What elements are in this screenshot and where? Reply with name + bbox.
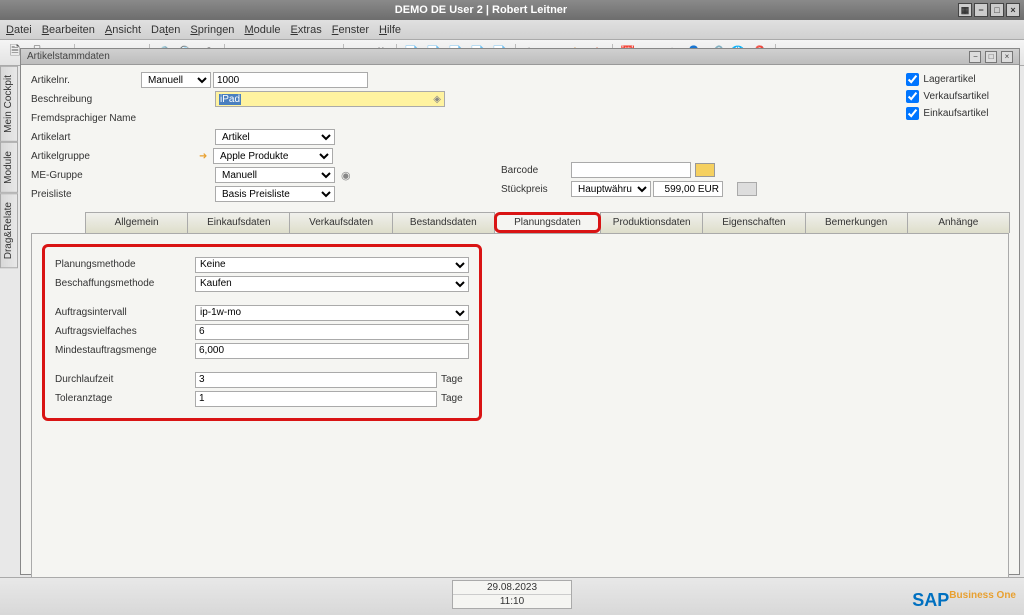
tab-eigenschaften[interactable]: Eigenschaften <box>702 212 805 233</box>
preisliste-label: Preisliste <box>31 189 141 200</box>
stueckpreis-label: Stückpreis <box>501 184 571 195</box>
megruppe-select[interactable]: Manuell <box>215 167 335 183</box>
close-icon[interactable]: × <box>1006 3 1020 17</box>
planning-highlight-box: Planungsmethode Keine Beschaffungsmethod… <box>42 244 482 421</box>
sidetabs: Mein Cockpit Module Drag&Relate <box>0 66 18 586</box>
lagerartikel-checkbox[interactable]: Lagerartikel <box>906 71 989 88</box>
mindestauftragsmenge-input[interactable] <box>195 343 469 359</box>
tab-bemerkungen[interactable]: Bemerkungen <box>805 212 908 233</box>
window-minimize-icon[interactable]: − <box>969 51 981 63</box>
stueckpreis-currency-select[interactable]: Hauptwährung <box>571 181 651 197</box>
menu-hilfe[interactable]: Hilfe <box>379 24 401 36</box>
minimize-icon[interactable]: − <box>974 3 988 17</box>
statusbar: 29.08.2023 11:10 SAPBusiness One <box>0 577 1024 615</box>
verkaufsartikel-checkbox[interactable]: Verkaufsartikel <box>906 88 989 105</box>
tab-einkaufsdaten[interactable]: Einkaufsdaten <box>187 212 290 233</box>
auftragsvielfaches-label: Auftragsvielfaches <box>55 326 195 337</box>
barcode-button[interactable] <box>695 163 715 177</box>
artikelgruppe-label: Artikelgruppe <box>31 151 141 162</box>
menu-datei[interactable]: Datei <box>6 24 32 36</box>
form-window-titlebar: Artikelstammdaten − □ × <box>21 49 1019 65</box>
window-close-icon[interactable]: × <box>1001 51 1013 63</box>
megruppe-label: ME-Gruppe <box>31 170 141 181</box>
artikelnr-input[interactable] <box>213 72 368 88</box>
sap-logo: SAPBusiness One <box>912 590 1016 611</box>
menu-ansicht[interactable]: Ansicht <box>105 24 141 36</box>
link-arrow-icon[interactable]: ➜ <box>199 151 211 162</box>
status-time: 11:10 <box>453 595 571 608</box>
window-maximize-icon[interactable]: □ <box>985 51 997 63</box>
form-window-title: Artikelstammdaten <box>27 51 110 62</box>
preisliste-select[interactable]: Basis Preisliste <box>215 186 335 202</box>
tab-verkaufsdaten[interactable]: Verkaufsdaten <box>289 212 392 233</box>
planungsmethode-label: Planungsmethode <box>55 259 195 270</box>
beschaffungsmethode-select[interactable]: Kaufen <box>195 276 469 292</box>
menu-bearbeiten[interactable]: Bearbeiten <box>42 24 95 36</box>
toleranztage-input[interactable] <box>195 391 437 407</box>
menubar: Datei Bearbeiten Ansicht Daten Springen … <box>0 20 1024 40</box>
beschreibung-label: Beschreibung <box>31 94 141 105</box>
artikelnr-label: Artikelnr. <box>31 75 141 86</box>
auftragsintervall-label: Auftragsintervall <box>55 307 195 318</box>
stueckpreis-button[interactable] <box>737 182 757 196</box>
status-date: 29.08.2023 <box>453 581 571 595</box>
menu-fenster[interactable]: Fenster <box>332 24 369 36</box>
form-window: Artikelstammdaten − □ × Artikelnr. Manue… <box>20 48 1020 575</box>
beschaffungsmethode-label: Beschaffungsmethode <box>55 278 195 289</box>
stueckpreis-input[interactable] <box>653 181 723 197</box>
info-icon[interactable]: ◉ <box>341 169 351 182</box>
auftragsintervall-select[interactable]: ip-1w-mo <box>195 305 469 321</box>
maximize-icon[interactable]: □ <box>990 3 1004 17</box>
artikelart-select[interactable]: Artikel <box>215 129 335 145</box>
tab-produktionsdaten[interactable]: Produktionsdaten <box>600 212 703 233</box>
titlebar: DEMO DE User 2 | Robert Leitner ▦ − □ × <box>0 0 1024 20</box>
tab-planungsdaten[interactable]: Planungsdaten <box>494 212 601 233</box>
durchlaufzeit-unit: Tage <box>437 374 469 385</box>
menu-daten[interactable]: Daten <box>151 24 180 36</box>
barcode-label: Barcode <box>501 165 571 176</box>
tab-anhaenge[interactable]: Anhänge <box>907 212 1010 233</box>
artikelart-label: Artikelart <box>31 132 141 143</box>
dropdown-icon[interactable]: ◈ <box>433 94 441 105</box>
fremdsprache-label: Fremdsprachiger Name <box>31 113 213 124</box>
auftragsvielfaches-input[interactable] <box>195 324 469 340</box>
tab-bestandsdaten[interactable]: Bestandsdaten <box>392 212 495 233</box>
barcode-input[interactable] <box>571 162 691 178</box>
mindestauftragsmenge-label: Mindestauftragsmenge <box>55 345 195 356</box>
durchlaufzeit-input[interactable] <box>195 372 437 388</box>
app-title: DEMO DE User 2 | Robert Leitner <box>4 4 958 16</box>
artikelnr-mode-select[interactable]: Manuell <box>141 72 211 88</box>
planungsmethode-select[interactable]: Keine <box>195 257 469 273</box>
durchlaufzeit-label: Durchlaufzeit <box>55 374 195 385</box>
menu-extras[interactable]: Extras <box>291 24 322 36</box>
toleranztage-unit: Tage <box>437 393 469 404</box>
sidetab-cockpit[interactable]: Mein Cockpit <box>0 66 18 142</box>
tab-allgemein[interactable]: Allgemein <box>85 212 188 233</box>
artikelgruppe-select[interactable]: Apple Produkte <box>213 148 333 164</box>
einkaufsartikel-checkbox[interactable]: Einkaufsartikel <box>906 105 989 122</box>
sidetab-module[interactable]: Module <box>0 142 18 193</box>
toleranztage-label: Toleranztage <box>55 393 195 404</box>
window-layout-icon[interactable]: ▦ <box>958 3 972 17</box>
menu-module[interactable]: Module <box>244 24 280 36</box>
tab-body: Planungsmethode Keine Beschaffungsmethod… <box>31 233 1009 603</box>
tabstrip: Allgemein Einkaufsdaten Verkaufsdaten Be… <box>85 212 1009 233</box>
menu-springen[interactable]: Springen <box>190 24 234 36</box>
beschreibung-input[interactable]: iPad ◈ <box>215 91 445 107</box>
sidetab-dragrelate[interactable]: Drag&Relate <box>0 193 18 268</box>
status-date-box: 29.08.2023 11:10 <box>452 580 572 609</box>
